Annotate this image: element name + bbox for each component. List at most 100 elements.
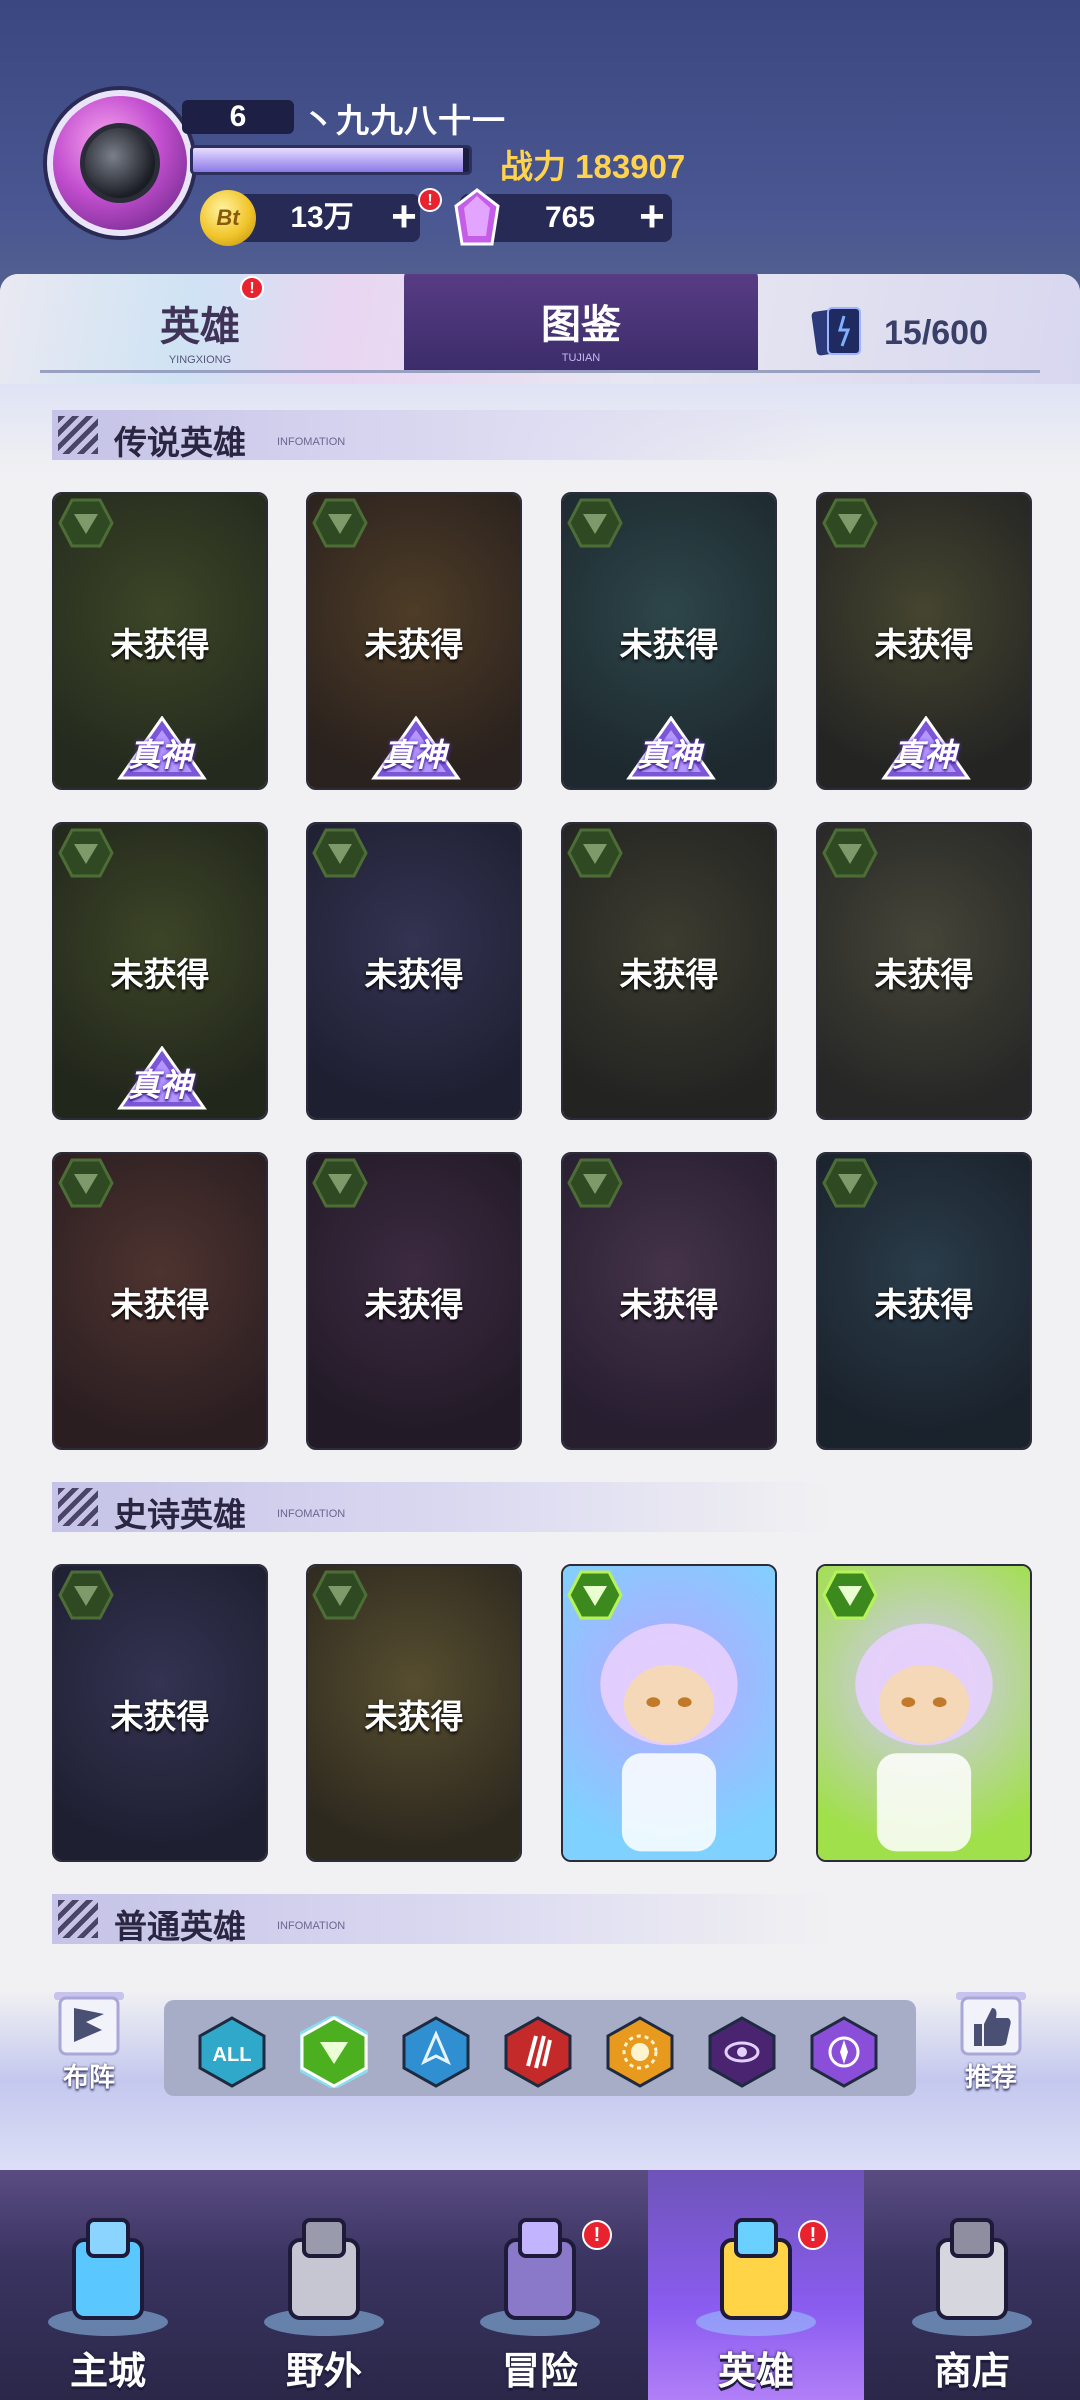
faction-badge-icon — [567, 498, 623, 548]
hero-status-label: 未获得 — [619, 626, 719, 663]
recommend-label: 推荐 — [964, 2062, 1017, 2092]
recommend-button[interactable]: 推荐 — [948, 1990, 1034, 2092]
hero-status-label: 未获得 — [874, 956, 974, 993]
hero-status-label: 未获得 — [364, 956, 464, 993]
section-subtitle: INFOMATION — [277, 1920, 346, 1932]
true-god-tier-label: 真神 — [127, 1067, 192, 1103]
all-filter-icon[interactable]: ALL — [198, 2016, 266, 2088]
hero-card[interactable]: 未获得 — [306, 1564, 522, 1862]
tab-heroes[interactable]: 英雄 YINGXIONG ! — [110, 274, 290, 374]
tab-bar: 英雄 YINGXIONG ! 图鉴 TUJIAN 15/600 — [0, 274, 1080, 384]
nav-tab-shop[interactable]: 商店 — [864, 2170, 1080, 2400]
hero-card[interactable]: 未获得 真神 — [52, 492, 268, 790]
sun-faction-icon[interactable] — [606, 2016, 674, 2088]
faction-badge-icon — [567, 828, 623, 878]
card-collection-icon — [811, 307, 861, 356]
hero-card[interactable]: 未获得 — [306, 822, 522, 1120]
nav-label: 主城 — [69, 2351, 146, 2393]
tab-heroes-label: 英雄 — [160, 305, 240, 349]
tab-atlas-label: 图鉴 — [541, 303, 621, 347]
hero-card[interactable] — [816, 1564, 1032, 1862]
nav-notification-badge: ! — [798, 2220, 828, 2250]
true-god-tier-label: 真神 — [127, 737, 192, 773]
claw-faction-icon[interactable] — [504, 2016, 572, 2088]
faction-badge-icon — [312, 498, 368, 548]
nav-label: 野外 — [285, 2351, 362, 2393]
hero-card[interactable]: 未获得 真神 — [306, 492, 522, 790]
faction-badge-icon — [58, 498, 114, 548]
hero-card[interactable]: 未获得 — [306, 1152, 522, 1450]
hero-card[interactable]: 未获得 — [52, 1564, 268, 1862]
nav-tab-heroes[interactable]: 英雄! — [648, 2170, 864, 2400]
faction-badge-icon — [58, 1570, 114, 1620]
experience-bar-fill — [193, 148, 464, 172]
coin-amount: 13万 — [290, 201, 354, 234]
player-header: 6 丶九九八十一 战力 183907 Bt 13万 + ! 765 + — [0, 0, 1080, 280]
hero-atlas-panel: 英雄 YINGXIONG ! 图鉴 TUJIAN 15/600 传说英雄 INF… — [0, 274, 1080, 2170]
faction-badge-icon — [312, 828, 368, 878]
player-name: 丶九九八十一 — [302, 102, 506, 139]
tab-heroes-sublabel: YINGXIONG — [168, 354, 232, 366]
water-faction-icon[interactable] — [402, 2016, 470, 2088]
true-god-tier-label: 真神 — [891, 737, 956, 773]
player-avatar[interactable] — [47, 90, 193, 236]
section-common-heroes: 普通英雄 INFOMATION — [52, 1894, 832, 1945]
hero-status-label: 未获得 — [364, 1698, 464, 1735]
nav-label: 商店 — [933, 2351, 1010, 2393]
arcane-faction-icon[interactable] — [810, 2016, 878, 2088]
hero-card[interactable]: 未获得 — [816, 822, 1032, 1120]
section-legendary-heroes: 传说英雄 INFOMATION — [52, 410, 832, 461]
section-stripes-icon — [58, 416, 98, 454]
coin-icon: Bt — [200, 190, 256, 246]
hero-status-label: 未获得 — [110, 1286, 210, 1323]
hero-card[interactable] — [561, 1564, 777, 1862]
faction-badge-icon — [567, 1570, 623, 1620]
true-god-tier-label: 真神 — [381, 737, 446, 773]
experience-bar — [190, 145, 472, 175]
shop-icon — [902, 2210, 1042, 2340]
faction-badge-icon — [822, 1570, 878, 1620]
gem-icon — [454, 188, 500, 246]
tab-atlas[interactable]: 图鉴 TUJIAN — [404, 274, 758, 372]
hero-card[interactable]: 未获得 真神 — [816, 492, 1032, 790]
nav-tab-adventure[interactable]: 冒险! — [432, 2170, 648, 2400]
section-epic-heroes: 史诗英雄 INFOMATION — [52, 1482, 832, 1533]
section-subtitle: INFOMATION — [277, 1508, 346, 1520]
combat-power-value: 183907 — [575, 148, 686, 185]
nav-tab-wilderness[interactable]: 野外 — [216, 2170, 432, 2400]
hero-status-label: 未获得 — [110, 956, 210, 993]
section-stripes-icon — [58, 1488, 98, 1526]
bottom-navigation: 主城 野外 冒险! 英雄! 商店 — [0, 2170, 1080, 2400]
hero-card[interactable]: 未获得 — [561, 1152, 777, 1450]
nature-faction-icon[interactable] — [296, 2014, 372, 2090]
hero-card[interactable]: 未获得 真神 — [561, 492, 777, 790]
hero-card[interactable]: 未获得 — [52, 1152, 268, 1450]
hero-status-label: 未获得 — [874, 1286, 974, 1323]
avatar-helmet-visor — [80, 123, 160, 203]
true-god-tier-label: 真神 — [636, 737, 701, 773]
hero-card[interactable]: 未获得 真神 — [52, 822, 268, 1120]
heroes-notification-badge: ! — [240, 276, 264, 300]
hero-status-label: 未获得 — [110, 1698, 210, 1735]
nav-tab-main-city[interactable]: 主城 — [0, 2170, 216, 2400]
tab-atlas-sublabel: TUJIAN — [561, 352, 601, 364]
hero-card[interactable]: 未获得 — [816, 1152, 1032, 1450]
atlas-content[interactable]: 传说英雄 INFOMATION 史诗英雄 INFOMATION 普通英雄 INF… — [0, 384, 1080, 2170]
main-city-icon — [38, 2210, 178, 2340]
hero-card[interactable]: 未获得 — [561, 822, 777, 1120]
faction-badge-icon — [822, 498, 878, 548]
add-gems-button[interactable]: + — [630, 195, 674, 240]
formation-label: 布阵 — [62, 2062, 115, 2092]
filter-bar: 布阵 ALL 推荐 — [0, 1990, 1080, 2170]
hero-status-label: 未获得 — [874, 626, 974, 663]
faction-badge-icon — [58, 1158, 114, 1208]
hero-status-label: 未获得 — [110, 626, 210, 663]
dark-eye-faction-icon[interactable] — [708, 2016, 776, 2088]
collection-count: 15/600 — [884, 314, 988, 352]
formation-button[interactable]: 布阵 — [46, 1990, 132, 2092]
thumbs-up-icon — [956, 1992, 1026, 2056]
gem-amount: 765 — [544, 201, 596, 234]
nav-notification-badge: ! — [582, 2220, 612, 2250]
faction-badge-icon — [58, 828, 114, 878]
flag-icon — [54, 1992, 124, 2056]
